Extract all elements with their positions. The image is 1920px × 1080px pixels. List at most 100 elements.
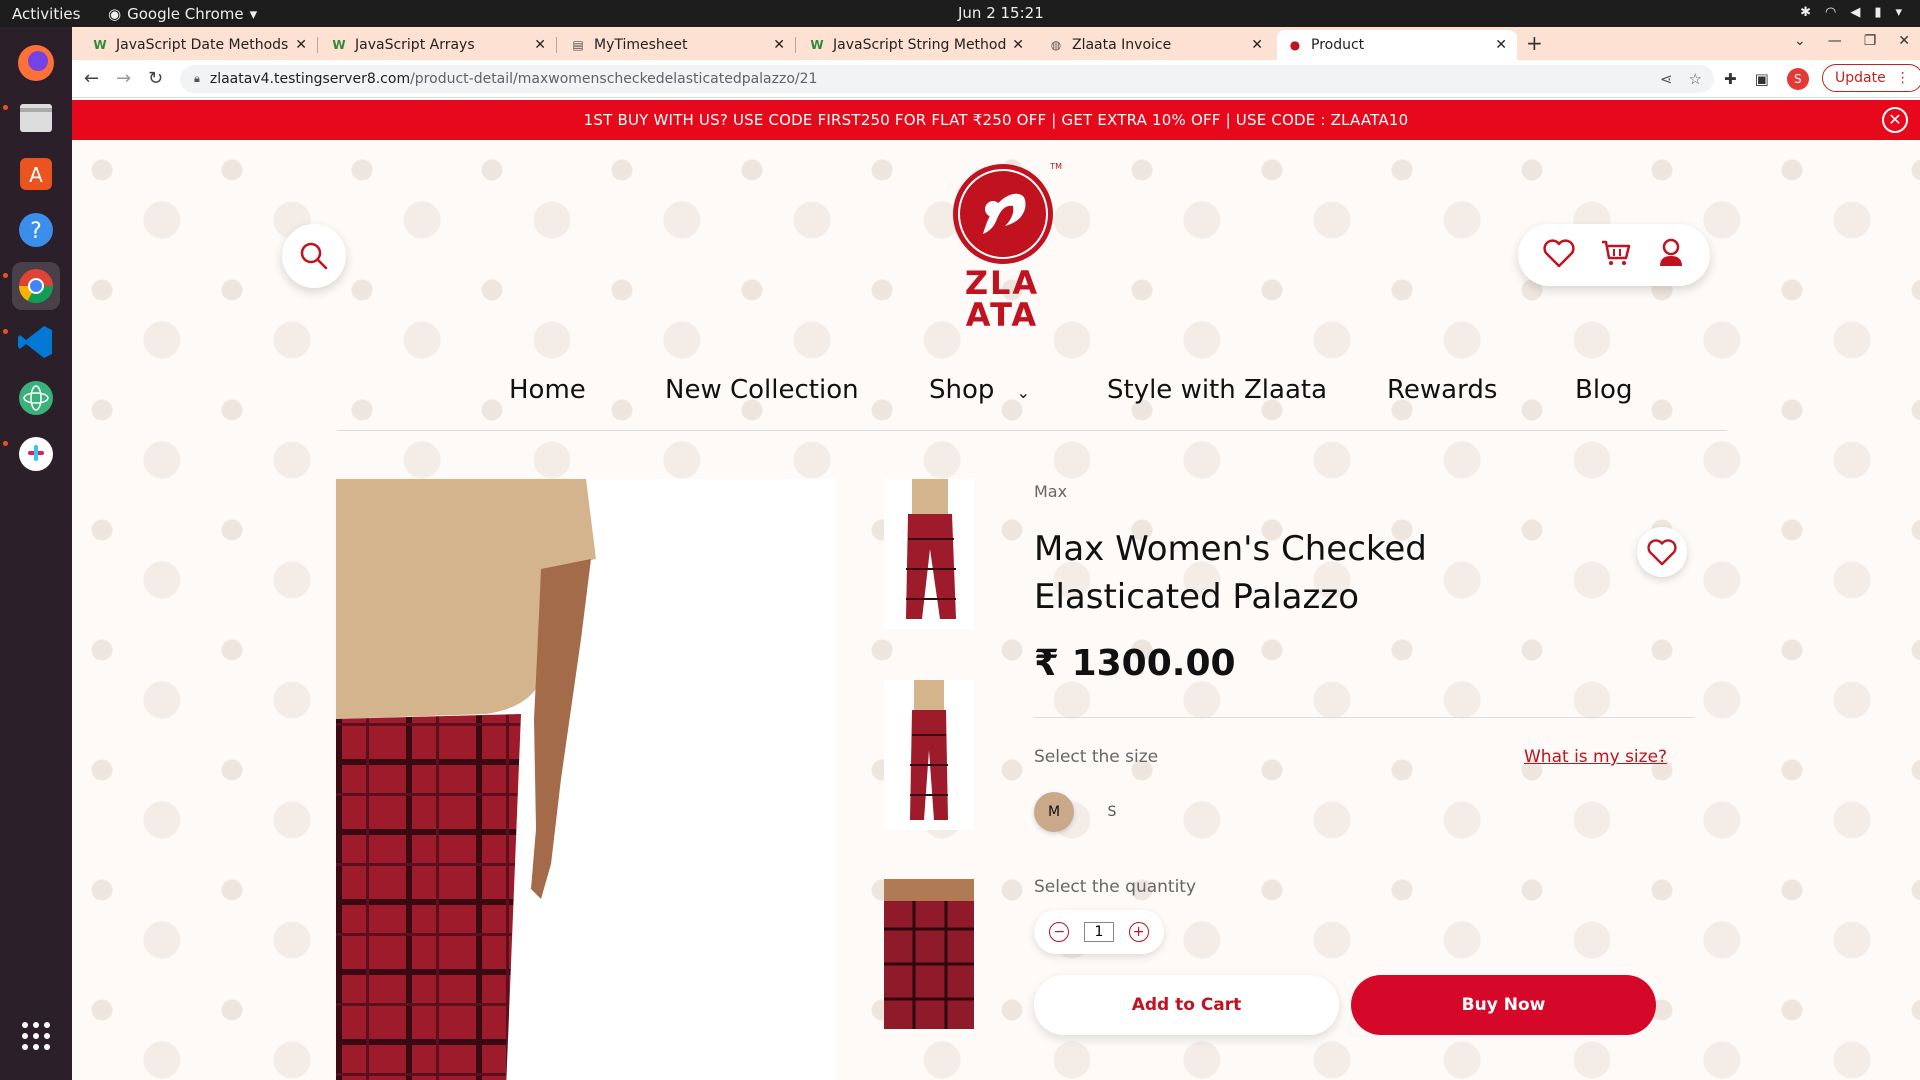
profile-avatar[interactable]: S xyxy=(1786,68,1809,90)
app-store-icon[interactable]: A xyxy=(12,150,60,198)
wifi-icon: ◠ xyxy=(1824,5,1837,20)
product-thumbnail[interactable] xyxy=(884,680,974,830)
firefox-icon[interactable] xyxy=(12,39,60,87)
app-grid-icon[interactable] xyxy=(12,1012,60,1060)
product-title: Max Women's Checked Elasticated Palazzo xyxy=(1034,529,1427,617)
nav-shop-label: Shop xyxy=(929,375,995,405)
close-icon[interactable]: ✕ xyxy=(1008,37,1024,53)
user-account-icon[interactable] xyxy=(1657,238,1685,272)
cart-basket-icon[interactable] xyxy=(1600,238,1632,272)
tab-javascript-string-methods[interactable]: W JavaScript String Method ✕ xyxy=(799,30,1034,60)
tab-javascript-date-methods[interactable]: W JavaScript Date Methods ✕ xyxy=(82,30,318,60)
lock-icon[interactable]: 🔒︎ xyxy=(194,72,200,86)
product-brand: Max xyxy=(1034,482,1068,501)
tab-title: JavaScript String Method xyxy=(833,37,1007,53)
minus-icon[interactable]: − xyxy=(1049,922,1070,942)
wishlist-heart-icon[interactable] xyxy=(1543,238,1575,272)
main-navigation: Home New Collection Shop ⌄ Style with Zl… xyxy=(337,365,1727,431)
system-tray[interactable]: ✱ ◠ ◀ ▮ ▾ xyxy=(1800,5,1902,20)
close-icon[interactable]: ✕ xyxy=(1251,37,1263,53)
quantity-stepper: − + xyxy=(1034,910,1164,954)
files-icon[interactable] xyxy=(12,94,60,142)
heart-icon xyxy=(1647,539,1677,566)
product-thumbnail[interactable] xyxy=(884,879,974,1029)
promo-banner: 1ST BUY WITH US? USE CODE FIRST250 FOR F… xyxy=(72,100,1920,140)
size-option-s[interactable]: S xyxy=(1092,792,1132,832)
product-thumbnail[interactable] xyxy=(884,479,974,629)
reload-icon[interactable]: ↻ xyxy=(148,68,163,89)
nav-shop[interactable]: Shop ⌄ xyxy=(929,375,1030,405)
tab-title: JavaScript Arrays xyxy=(355,37,475,53)
update-button[interactable]: Update ⋮ xyxy=(1822,64,1920,92)
search-button[interactable] xyxy=(282,224,346,288)
add-to-cart-button[interactable]: Add to Cart xyxy=(1034,975,1339,1035)
new-tab-plus-icon[interactable]: + xyxy=(1526,31,1543,55)
tab-title: JavaScript Date Methods xyxy=(116,37,289,53)
activities-button[interactable]: Activities xyxy=(12,5,80,23)
clock[interactable]: Jun 2 15:21 xyxy=(958,4,1044,22)
battery-icon: ▮ xyxy=(1874,5,1882,20)
extensions-puzzle-icon[interactable]: ✚ xyxy=(1724,70,1737,88)
product-price: ₹ 1300.00 xyxy=(1034,643,1236,684)
update-label: Update xyxy=(1835,70,1886,86)
tab-title: Zlaata Invoice xyxy=(1072,37,1172,53)
atom-icon[interactable] xyxy=(12,374,60,422)
chevron-down-icon: ▾ xyxy=(249,5,258,23)
nav-style-with-zlaata[interactable]: Style with Zlaata xyxy=(1107,375,1327,405)
close-icon[interactable]: ✕ xyxy=(1495,37,1507,53)
zlaata-logo[interactable]: TM ZLA ATA xyxy=(942,162,1062,334)
slack-icon[interactable] xyxy=(12,430,60,478)
back-arrow-icon[interactable]: ← xyxy=(84,68,99,89)
power-icon: ▾ xyxy=(1895,5,1902,20)
tab-mytimesheet[interactable]: ▤ MyTimesheet ✕ xyxy=(560,30,796,60)
running-indicator xyxy=(3,441,8,446)
volume-icon: ◀ xyxy=(1850,5,1861,20)
divider xyxy=(1034,717,1694,718)
minimize-icon[interactable]: — xyxy=(1828,33,1842,49)
kebab-menu-icon: ⋮ xyxy=(1895,70,1910,86)
swan-emblem-icon xyxy=(953,164,1053,264)
nav-blog[interactable]: Blog xyxy=(1575,375,1632,405)
close-icon[interactable]: ✕ xyxy=(534,37,546,53)
address-bar[interactable]: 🔒︎ zlaatav4.testingserver8.com /product-… xyxy=(180,65,1714,93)
running-indicator xyxy=(3,329,8,334)
tab-javascript-arrays[interactable]: W JavaScript Arrays ✕ xyxy=(321,30,557,60)
tab-zlaata-invoice[interactable]: ◍ Zlaata Invoice ✕ xyxy=(1038,30,1273,60)
restore-icon[interactable]: ❐ xyxy=(1864,33,1877,49)
product-wishlist-button[interactable] xyxy=(1637,527,1687,577)
help-icon[interactable]: ? xyxy=(12,206,60,254)
close-window-icon[interactable]: ✕ xyxy=(1898,33,1910,49)
share-icon[interactable]: ⋖ xyxy=(1660,70,1673,88)
close-icon[interactable]: ✕ xyxy=(295,37,307,53)
plus-icon[interactable]: + xyxy=(1128,922,1149,942)
side-panel-icon[interactable]: ▣ xyxy=(1755,70,1769,88)
tab-search-chevron-icon[interactable]: ⌄ xyxy=(1794,33,1806,49)
running-indicator xyxy=(3,273,8,278)
chrome-icon[interactable] xyxy=(12,262,60,310)
size-guide-link[interactable]: What is my size? xyxy=(1524,747,1667,767)
timesheet-icon: ▤ xyxy=(572,38,584,52)
nav-new-collection[interactable]: New Collection xyxy=(665,375,859,405)
size-label: Select the size xyxy=(1034,747,1159,767)
tab-strip: W JavaScript Date Methods ✕ W JavaScript… xyxy=(72,27,1920,60)
forward-arrow-icon[interactable]: → xyxy=(116,68,131,89)
window-controls: ⌄ — ❐ ✕ xyxy=(1794,33,1910,49)
bookmark-star-icon[interactable]: ☆ xyxy=(1689,70,1702,88)
zlaata-icon: ● xyxy=(1289,38,1301,52)
chrome-small-icon: ◉ xyxy=(108,5,122,23)
close-icon[interactable]: ✕ xyxy=(773,37,785,53)
w-icon: W xyxy=(93,38,107,52)
nav-rewards[interactable]: Rewards xyxy=(1387,375,1497,405)
nav-home[interactable]: Home xyxy=(509,375,586,405)
buy-now-button[interactable]: Buy Now xyxy=(1351,975,1656,1035)
quantity-input[interactable] xyxy=(1083,922,1114,942)
w-icon: W xyxy=(332,38,346,52)
close-icon[interactable]: ✕ xyxy=(1882,107,1908,133)
app-menu[interactable]: ◉ Google Chrome ▾ xyxy=(108,5,257,23)
dock: A ? xyxy=(0,27,72,1080)
vscode-icon[interactable] xyxy=(12,318,60,366)
size-option-m[interactable]: M xyxy=(1034,792,1074,832)
tab-separator xyxy=(317,37,318,53)
tab-product[interactable]: ● Product ✕ xyxy=(1277,30,1517,60)
product-main-image[interactable] xyxy=(336,479,836,1080)
